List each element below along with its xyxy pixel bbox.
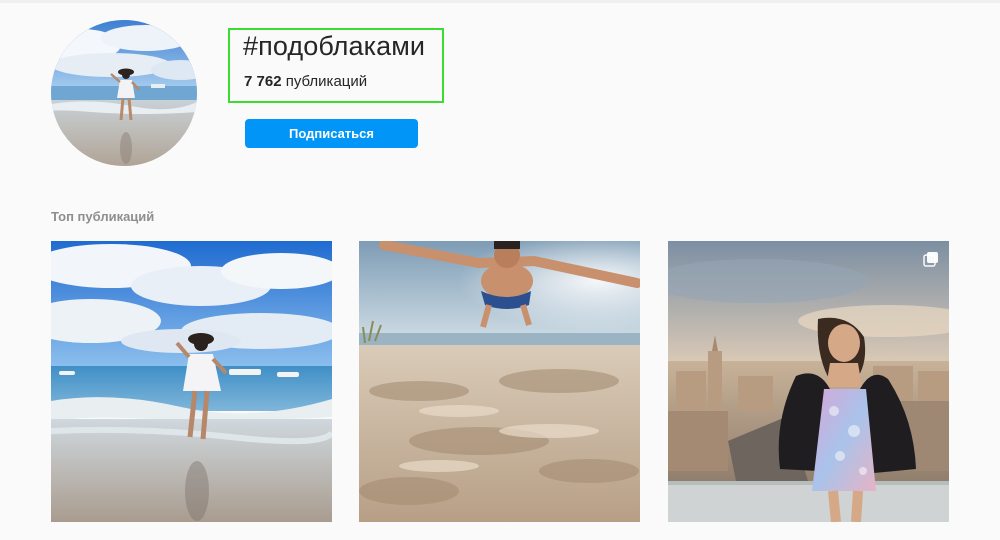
post-image [359, 241, 640, 522]
post-image [51, 241, 332, 522]
post-tile-jump[interactable] [359, 241, 640, 522]
top-posts-title: Топ публикаций [51, 209, 155, 224]
follow-button[interactable]: Подписаться [245, 119, 418, 148]
hashtag-avatar [51, 20, 197, 166]
post-image [668, 241, 949, 522]
post-tile-beach[interactable] [51, 241, 332, 522]
post-tile-rooftop[interactable] [668, 241, 949, 522]
post-count-number: 7 762 [244, 73, 282, 90]
post-count: 7 762 публикаций [244, 73, 367, 90]
carousel-icon [923, 252, 938, 267]
top-divider [0, 0, 1000, 3]
hashtag-title: #подоблаками [243, 31, 426, 61]
post-count-label: публикаций [285, 73, 368, 90]
